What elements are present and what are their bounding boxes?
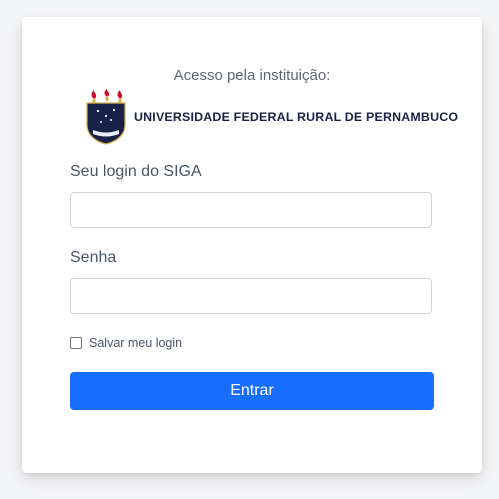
password-label: Senha [70, 249, 117, 266]
username-input[interactable] [70, 192, 432, 228]
login-card: Acesso pela instituição: UNIVERSIDADE FE… [22, 17, 482, 473]
institution-name: UNIVERSIDADE FEDERAL RURAL DE PERNAMBUCO [134, 110, 459, 124]
password-input[interactable] [70, 278, 432, 314]
remember-login-checkbox[interactable] [70, 337, 82, 349]
access-subtitle: Acesso pela instituição: [173, 67, 331, 84]
username-label: Seu login do SIGA [70, 163, 202, 180]
remember-login-label[interactable]: Salvar meu login [89, 336, 182, 350]
institution-logo: UNIVERSIDADE FEDERAL RURAL DE PERNAMBUCO [84, 89, 458, 145]
remember-login-row: Salvar meu login [70, 336, 182, 350]
login-submit-button[interactable]: Entrar [70, 372, 434, 410]
university-crest-icon [86, 89, 126, 145]
